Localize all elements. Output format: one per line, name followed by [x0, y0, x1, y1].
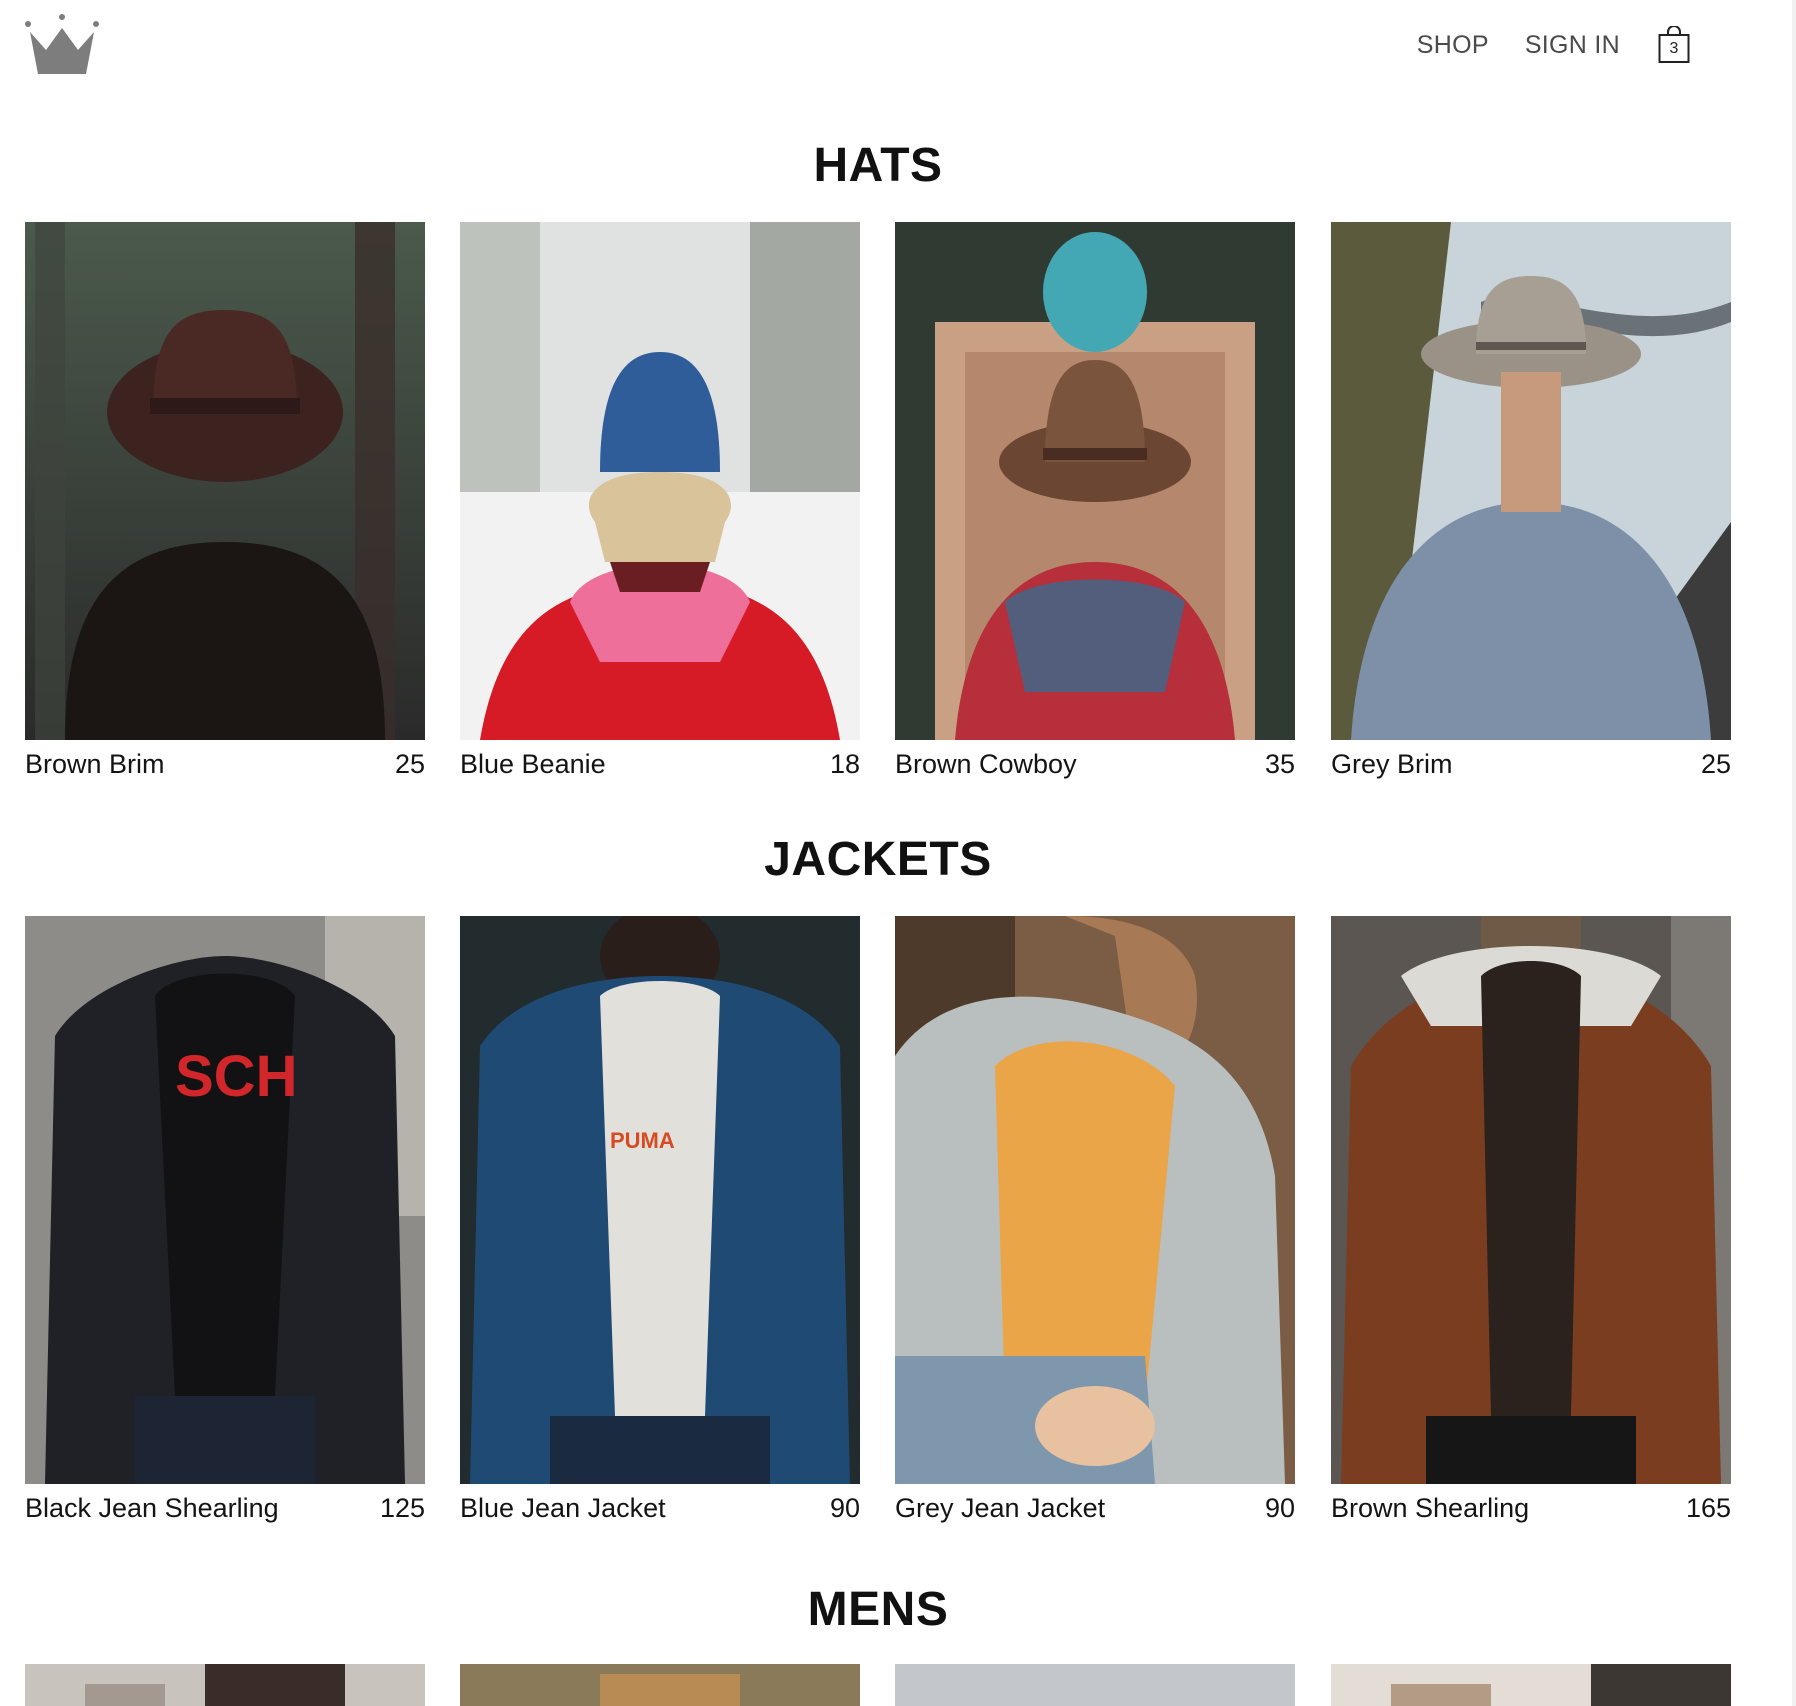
product-caption: Brown Shearling 165 [1331, 1492, 1731, 1524]
product-name: Brown Brim [25, 749, 165, 779]
section-title-mens[interactable]: MENS [0, 1582, 1756, 1637]
product-caption: Brown Cowboy 35 [895, 748, 1295, 780]
product-caption: Blue Jean Jacket 90 [460, 1492, 860, 1524]
header: SHOP SIGN IN 3 [0, 0, 1796, 100]
product-card[interactable]: Grey Jean Jacket 90 [895, 916, 1295, 1524]
product-image[interactable] [895, 222, 1295, 740]
product-price: 125 [379, 1493, 425, 1523]
product-card[interactable]: Brown Shearling 165 [1331, 916, 1731, 1524]
product-caption: Blue Beanie 18 [460, 748, 860, 780]
product-caption: Brown Brim 25 [25, 748, 425, 780]
product-card[interactable]: Brown Brim 25 [25, 222, 425, 780]
product-image[interactable] [895, 916, 1295, 1484]
product-price: 25 [1700, 749, 1731, 779]
section-title-jackets[interactable]: JACKETS [0, 832, 1756, 887]
product-price: 25 [394, 749, 425, 779]
product-card[interactable]: Grey Brim 25 [1331, 222, 1731, 780]
product-image[interactable]: PUMA [460, 916, 860, 1484]
product-card[interactable]: PUMA Blue Jean Jacket 90 [460, 916, 860, 1524]
product-name: Grey Brim [1331, 749, 1453, 779]
crown-icon[interactable] [24, 14, 100, 76]
product-card[interactable]: SCH Black Jean Shearling 125 [25, 916, 425, 1524]
product-name: Black Jean Shearling [25, 1493, 279, 1523]
product-image[interactable] [25, 1664, 425, 1706]
product-card[interactable] [1331, 1664, 1731, 1706]
product-image[interactable]: SCH [25, 916, 425, 1484]
product-image[interactable] [1331, 222, 1731, 740]
product-image[interactable] [1331, 916, 1731, 1484]
main-nav: SHOP SIGN IN 3 [1381, 26, 1690, 64]
product-card[interactable] [895, 1664, 1295, 1706]
product-image[interactable] [1331, 1664, 1731, 1706]
product-name: Grey Jean Jacket [895, 1493, 1106, 1523]
product-price: 90 [829, 1493, 860, 1523]
shop-page: SHOP SIGN IN 3 HATS Brown Brim 25 Blue B… [0, 0, 1796, 1706]
product-caption: Grey Brim 25 [1331, 748, 1731, 780]
product-price: 90 [1264, 1493, 1295, 1523]
product-name: Blue Jean Jacket [460, 1493, 666, 1523]
product-caption: Grey Jean Jacket 90 [895, 1492, 1295, 1524]
product-caption: Black Jean Shearling 125 [25, 1492, 425, 1524]
product-card[interactable]: Brown Cowboy 35 [895, 222, 1295, 780]
product-price: 18 [829, 749, 860, 779]
product-card[interactable] [25, 1664, 425, 1706]
svg-text:SCH: SCH [175, 1044, 297, 1109]
product-image[interactable] [460, 222, 860, 740]
product-image[interactable] [25, 222, 425, 740]
product-name: Brown Shearling [1331, 1493, 1530, 1523]
cart-button[interactable]: 3 [1658, 26, 1690, 64]
product-card[interactable] [460, 1664, 860, 1706]
nav-shop-link[interactable]: SHOP [1417, 30, 1489, 60]
product-name: Blue Beanie [460, 749, 606, 779]
product-card[interactable]: Blue Beanie 18 [460, 222, 860, 780]
scrollbar-track[interactable] [1792, 0, 1796, 1706]
svg-text:PUMA: PUMA [610, 1128, 675, 1153]
product-price: 35 [1264, 749, 1295, 779]
product-price: 165 [1685, 1493, 1731, 1523]
product-image[interactable] [460, 1664, 860, 1706]
section-title-hats[interactable]: HATS [0, 138, 1756, 193]
product-name: Brown Cowboy [895, 749, 1077, 779]
product-image[interactable] [895, 1664, 1295, 1706]
cart-item-count: 3 [1669, 40, 1679, 57]
nav-sign-in-link[interactable]: SIGN IN [1525, 30, 1620, 60]
